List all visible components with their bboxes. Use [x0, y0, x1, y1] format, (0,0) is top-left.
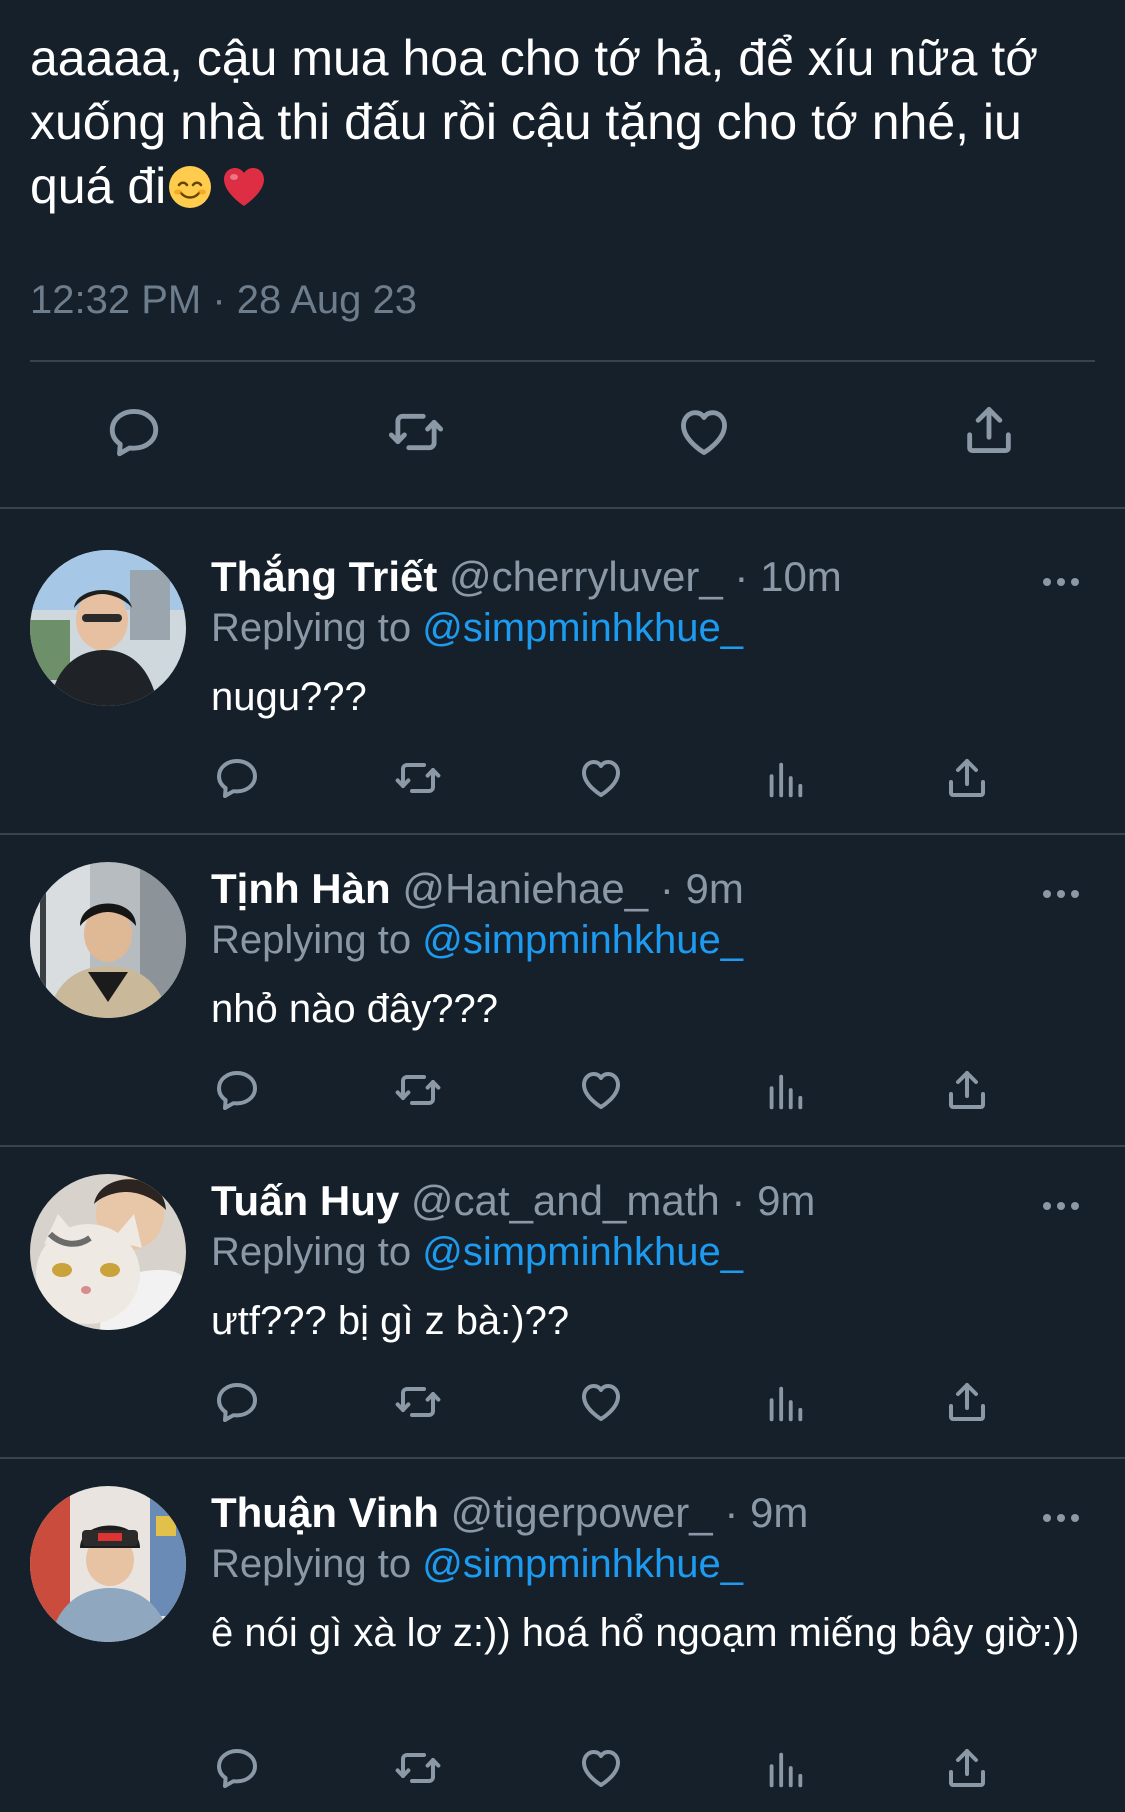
reply-icon[interactable] — [213, 1744, 261, 1792]
reply-action-bar — [0, 1066, 1125, 1122]
share-icon[interactable] — [943, 1066, 991, 1114]
reply-tweet[interactable]: Thắng Triết @cherryluver_ · 10m Replying… — [0, 509, 1125, 835]
replying-to: Replying to @simpminhkhue_ — [211, 1539, 743, 1589]
reply-text: ưtf??? bị gì z bà:)?? — [211, 1299, 570, 1343]
reply-tweet[interactable]: Tuấn Huy @cat_and_math · 9m Replying to … — [0, 1147, 1125, 1459]
meta-separator: · — [731, 1177, 746, 1224]
user-handle[interactable]: @Haniehae_ — [402, 865, 648, 912]
replying-to: Replying to @simpminhkhue_ — [211, 1227, 743, 1277]
view-stats-icon[interactable] — [762, 756, 808, 804]
more-options-icon[interactable] — [1041, 884, 1081, 904]
reply-icon[interactable] — [213, 1378, 261, 1426]
reply-header: Thắng Triết @cherryluver_ · 10m — [211, 552, 842, 602]
replying-to: Replying to @simpminhkhue_ — [211, 915, 743, 965]
reply-icon[interactable] — [213, 1066, 261, 1114]
user-handle[interactable]: @tigerpower_ — [451, 1489, 713, 1536]
reply-time[interactable]: 9m — [685, 865, 743, 912]
like-icon[interactable] — [675, 403, 733, 461]
reply-tweet[interactable]: Tịnh Hàn @Haniehae_ · 9m Replying to @si… — [0, 835, 1125, 1147]
reply-time[interactable]: 10m — [760, 553, 842, 600]
reply-icon[interactable] — [105, 403, 163, 461]
meta-separator: · — [724, 1489, 739, 1536]
display-name[interactable]: Thuận Vinh — [211, 1489, 439, 1536]
view-stats-icon[interactable] — [762, 1068, 808, 1116]
tweet-time: 12:32 PM — [30, 278, 202, 322]
tweet-timestamp[interactable]: 12:32 PM · 28 Aug 23 — [30, 278, 417, 323]
avatar[interactable] — [30, 862, 186, 1018]
meta-separator: · — [734, 553, 749, 600]
replying-prefix: Replying to — [211, 1542, 423, 1586]
mention-link[interactable]: @simpminhkhue_ — [422, 1542, 743, 1586]
replying-prefix: Replying to — [211, 1230, 423, 1274]
divider — [30, 360, 1095, 362]
like-icon[interactable] — [577, 1378, 625, 1426]
reply-header: Tịnh Hàn @Haniehae_ · 9m — [211, 864, 744, 914]
main-tweet: aaaaa, cậu mua hoa cho tớ hả, để xíu nữa… — [0, 0, 1125, 509]
reply-text: ê nói gì xà lơ z:)) hoá hổ ngoạm miếng b… — [211, 1611, 1080, 1655]
retweet-icon[interactable] — [392, 1744, 444, 1792]
reply-time[interactable]: 9m — [757, 1177, 815, 1224]
more-options-icon[interactable] — [1041, 1196, 1081, 1216]
reply-action-bar — [0, 1744, 1125, 1800]
replying-to: Replying to @simpminhkhue_ — [211, 603, 743, 653]
reply-tweet[interactable]: Thuận Vinh @tigerpower_ · 9m Replying to… — [0, 1459, 1125, 1812]
reply-header: Thuận Vinh @tigerpower_ · 9m — [211, 1488, 808, 1538]
tweet-text: aaaaa, cậu mua hoa cho tớ hả, để xíu nữa… — [30, 26, 1090, 218]
share-icon[interactable] — [960, 400, 1018, 460]
reply-text: nhỏ nào đây??? — [211, 987, 498, 1031]
retweet-icon[interactable] — [392, 1066, 444, 1114]
smiling-face-icon — [166, 162, 214, 210]
avatar[interactable] — [30, 1174, 186, 1330]
avatar[interactable] — [30, 1486, 186, 1642]
mention-link[interactable]: @simpminhkhue_ — [422, 918, 743, 962]
reply-action-bar — [0, 1378, 1125, 1434]
reply-header: Tuấn Huy @cat_and_math · 9m — [211, 1176, 815, 1226]
avatar[interactable] — [30, 550, 186, 706]
reply-text: nugu??? — [211, 675, 367, 719]
replying-prefix: Replying to — [211, 606, 423, 650]
like-icon[interactable] — [577, 1744, 625, 1792]
display-name[interactable]: Thắng Triết — [211, 553, 437, 600]
more-options-icon[interactable] — [1041, 1508, 1081, 1528]
share-icon[interactable] — [943, 1378, 991, 1426]
reply-action-bar — [0, 754, 1125, 810]
like-icon[interactable] — [577, 754, 625, 802]
replying-prefix: Replying to — [211, 918, 423, 962]
reply-icon[interactable] — [213, 754, 261, 802]
retweet-icon[interactable] — [385, 403, 447, 461]
tweet-date: 28 Aug 23 — [236, 278, 417, 322]
meta-separator: · — [659, 865, 674, 912]
view-stats-icon[interactable] — [762, 1746, 808, 1794]
tweet-action-bar — [0, 395, 1125, 475]
user-handle[interactable]: @cherryluver_ — [449, 553, 723, 600]
mention-link[interactable]: @simpminhkhue_ — [422, 1230, 743, 1274]
retweet-icon[interactable] — [392, 754, 444, 802]
like-icon[interactable] — [577, 1066, 625, 1114]
red-heart-icon — [220, 162, 268, 210]
display-name[interactable]: Tịnh Hàn — [211, 865, 391, 912]
user-handle[interactable]: @cat_and_math — [411, 1177, 720, 1224]
mention-link[interactable]: @simpminhkhue_ — [422, 606, 743, 650]
share-icon[interactable] — [943, 1744, 991, 1792]
more-options-icon[interactable] — [1041, 572, 1081, 592]
display-name[interactable]: Tuấn Huy — [211, 1177, 399, 1224]
reply-time[interactable]: 9m — [750, 1489, 808, 1536]
share-icon[interactable] — [943, 754, 991, 802]
view-stats-icon[interactable] — [762, 1380, 808, 1428]
retweet-icon[interactable] — [392, 1378, 444, 1426]
meta-separator: · — [212, 278, 226, 322]
